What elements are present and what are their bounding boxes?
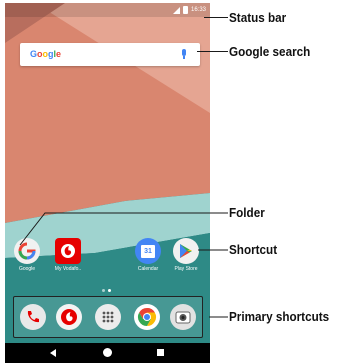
callout-shortcut: Shortcut: [229, 242, 278, 257]
callout-folder: Folder: [229, 205, 265, 220]
callout-primary-shortcuts: Primary shortcuts: [229, 309, 330, 324]
